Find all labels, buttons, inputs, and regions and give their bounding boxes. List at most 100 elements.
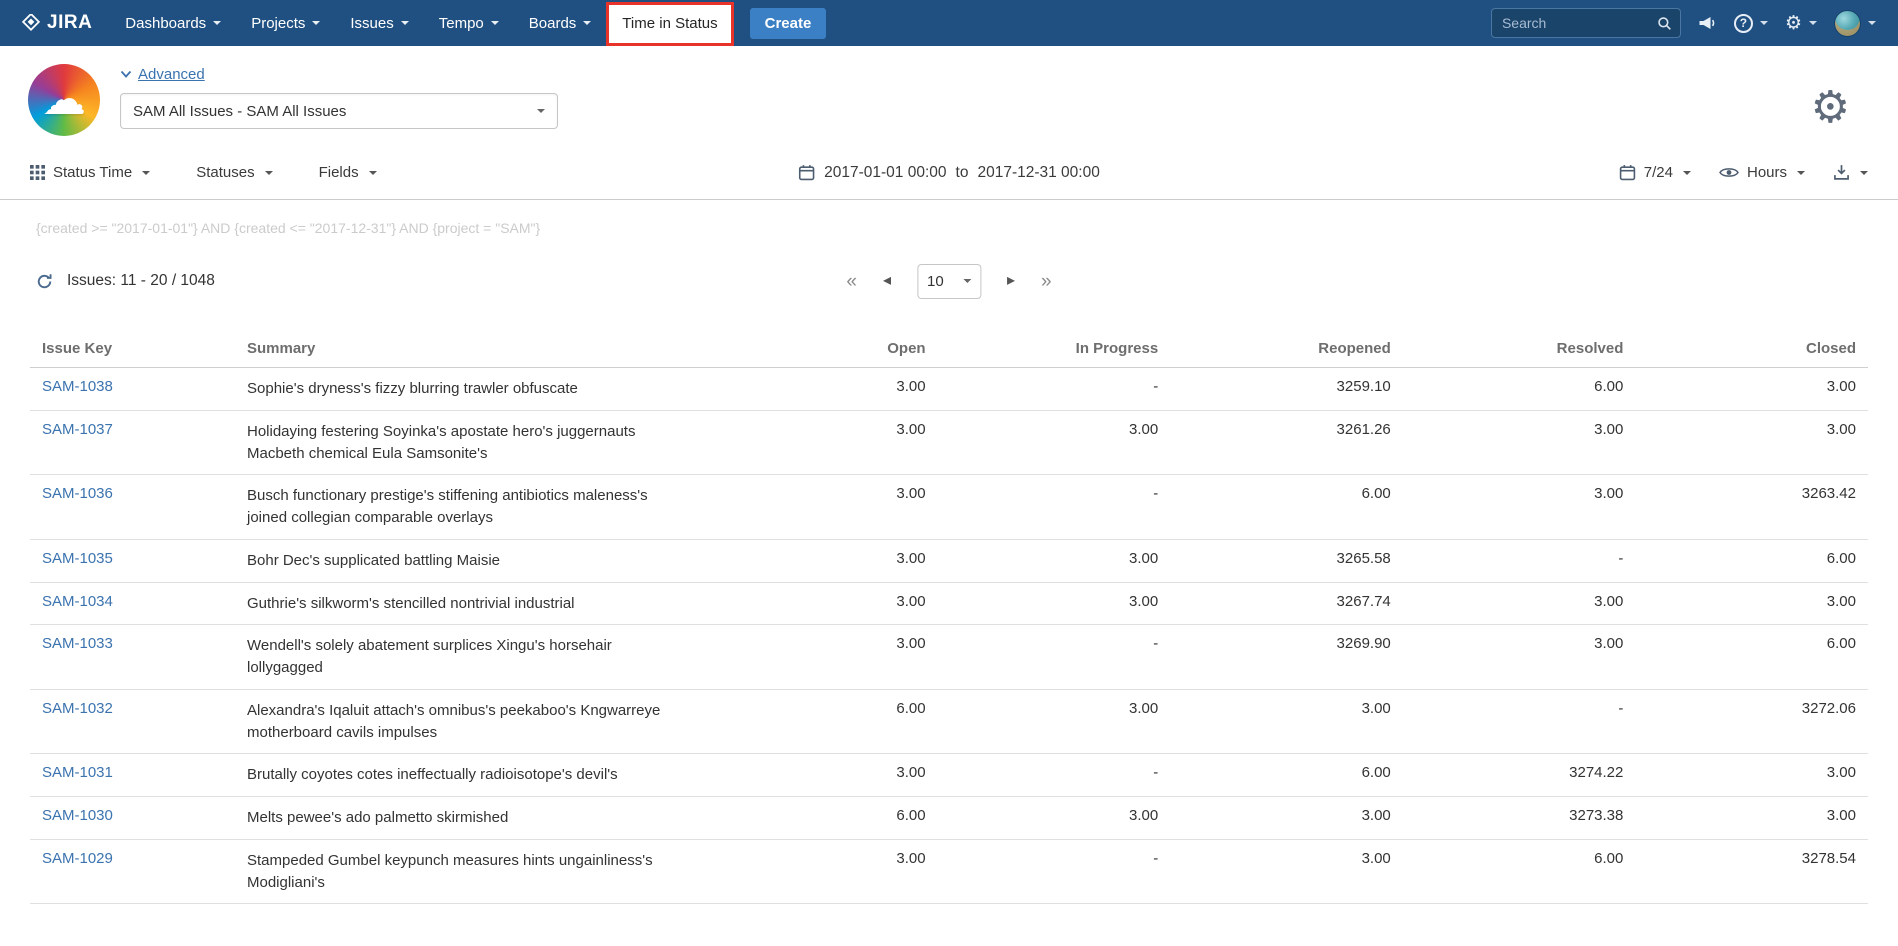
cell-in-progress: 3.00 xyxy=(938,797,1171,840)
cloud-icon: ☁ xyxy=(42,78,86,122)
issue-summary: Stampeded Gumbel keypunch measures hints… xyxy=(247,850,679,894)
filter-select-value: SAM All Issues - SAM All Issues xyxy=(133,103,346,120)
advanced-toggle[interactable]: Advanced xyxy=(120,66,558,83)
nav-item-label: Dashboards xyxy=(125,15,206,32)
cell-open: 6.00 xyxy=(705,689,938,754)
first-page-button[interactable]: « xyxy=(846,272,857,291)
search-input[interactable] xyxy=(1502,15,1657,31)
cell-reopened: 3265.58 xyxy=(1170,539,1403,582)
jql-query-text: {created >= "2017-01-01"} AND {created <… xyxy=(0,200,1898,236)
refresh-button[interactable] xyxy=(36,273,53,290)
calendar-icon xyxy=(1619,164,1636,181)
nav-item-boards[interactable]: Boards xyxy=(514,0,607,46)
table-row: SAM-1038 Sophie's dryness's fizzy blurrin… xyxy=(30,368,1868,411)
results-bar: Issues: 11 - 20 / 1048 « ◂ 10 ▸ » xyxy=(0,258,1898,304)
calendar-mode-dropdown[interactable]: 7/24 xyxy=(1619,164,1691,181)
issue-key-link[interactable]: SAM-1032 xyxy=(42,700,113,717)
user-avatar xyxy=(1834,10,1861,37)
statuses-dropdown[interactable]: Statuses xyxy=(196,164,272,181)
cell-resolved: 6.00 xyxy=(1403,368,1636,411)
issue-summary: Wendell's solely abatement surplices Xin… xyxy=(247,635,679,679)
status-time-label: Status Time xyxy=(53,164,132,181)
issue-key-link[interactable]: SAM-1029 xyxy=(42,850,113,867)
column-header-issue-key: Issue Key xyxy=(30,330,235,368)
cell-closed: 3.00 xyxy=(1635,368,1868,411)
issue-key-link[interactable]: SAM-1033 xyxy=(42,635,113,652)
issue-key-link[interactable]: SAM-1031 xyxy=(42,764,113,781)
table-row: SAM-1032Alexandra's Iqaluit attach's omn… xyxy=(30,689,1868,754)
nav-item-label: Tempo xyxy=(439,15,484,32)
nav-item-issues[interactable]: Issues xyxy=(335,0,423,46)
nav-item-projects[interactable]: Projects xyxy=(236,0,335,46)
filter-select[interactable]: SAM All Issues - SAM All Issues xyxy=(120,93,558,129)
issue-key-link[interactable]: SAM-1030 xyxy=(42,807,113,824)
top-nav: JIRA Dashboards Projects Issues Tempo Boards… xyxy=(0,0,1898,46)
cell-resolved: 3274.22 xyxy=(1403,754,1636,797)
prev-page-button[interactable]: ◂ xyxy=(883,273,891,289)
nav-item-time-in-status[interactable]: Time in Status xyxy=(606,2,733,46)
user-menu-button[interactable] xyxy=(1834,10,1876,37)
gear-icon: ⚙ xyxy=(1811,83,1850,132)
megaphone-icon xyxy=(1698,15,1717,31)
settings-gear-button[interactable]: ⚙ xyxy=(1811,64,1868,130)
cell-resolved: 3.00 xyxy=(1403,475,1636,540)
chevron-down-icon xyxy=(1797,171,1805,175)
last-page-button[interactable]: » xyxy=(1041,272,1052,291)
help-menu-button[interactable]: ? xyxy=(1734,14,1768,33)
fields-label: Fields xyxy=(319,164,359,181)
search-box xyxy=(1491,8,1681,38)
chevron-down-icon xyxy=(1868,21,1876,25)
nav-item-label: Issues xyxy=(350,15,393,32)
table-row: SAM-1035Bohr Dec's supplicated battling … xyxy=(30,539,1868,582)
issue-summary: Sophie's dryness's fizzy blurring trawle… xyxy=(247,378,679,400)
issue-summary: Melts pewee's ado palmetto skirmished xyxy=(247,807,679,829)
cell-in-progress: - xyxy=(938,754,1171,797)
chevron-down-icon xyxy=(120,70,132,79)
table-row: SAM-1030 Melts pewee's ado palmetto skirm… xyxy=(30,797,1868,840)
export-icon xyxy=(1833,164,1850,181)
cell-resolved: 3.00 xyxy=(1403,625,1636,690)
cell-open: 3.00 xyxy=(705,625,938,690)
nav-item-tempo[interactable]: Tempo xyxy=(424,0,514,46)
search-icon[interactable] xyxy=(1657,16,1672,31)
nav-menu: Dashboards Projects Issues Tempo Boards xyxy=(110,0,606,46)
admin-menu-button[interactable]: ⚙ xyxy=(1785,14,1817,33)
unit-dropdown[interactable]: Hours xyxy=(1719,164,1805,181)
issue-key-link[interactable]: SAM-1037 xyxy=(42,421,113,438)
nav-item-label: Projects xyxy=(251,15,305,32)
cell-closed: 3.00 xyxy=(1635,582,1868,625)
issue-key-link[interactable]: SAM-1034 xyxy=(42,593,113,610)
cell-open: 3.00 xyxy=(705,410,938,475)
nav-item-label: Time in Status xyxy=(622,15,717,32)
page-size-select[interactable]: 10 xyxy=(917,264,981,299)
cell-in-progress: - xyxy=(938,475,1171,540)
create-button[interactable]: Create xyxy=(750,8,827,39)
fields-dropdown[interactable]: Fields xyxy=(319,164,377,181)
help-icon: ? xyxy=(1734,14,1753,33)
eye-icon xyxy=(1719,166,1739,179)
column-header-summary: Summary xyxy=(235,330,705,368)
announcement-button[interactable] xyxy=(1698,15,1717,31)
export-dropdown[interactable] xyxy=(1833,164,1868,181)
cell-in-progress: 3.00 xyxy=(938,410,1171,475)
date-range-control[interactable]: 2017-01-01 00:00 to 2017-12-31 00:00 xyxy=(798,164,1100,182)
cell-reopened: 3269.90 xyxy=(1170,625,1403,690)
issue-summary: Holidaying festering Soyinka's apostate … xyxy=(247,421,679,465)
status-time-dropdown[interactable]: Status Time xyxy=(30,164,150,181)
date-separator: to xyxy=(956,164,969,182)
cell-in-progress: 3.00 xyxy=(938,539,1171,582)
calendar-icon xyxy=(798,164,815,181)
header-section: ☁ Advanced SAM All Issues - SAM All Issu… xyxy=(0,46,1898,146)
issue-key-link[interactable]: SAM-1036 xyxy=(42,485,113,502)
cell-closed: 6.00 xyxy=(1635,625,1868,690)
cell-in-progress: - xyxy=(938,368,1171,411)
issue-key-link[interactable]: SAM-1035 xyxy=(42,550,113,567)
cell-reopened: 3.00 xyxy=(1170,689,1403,754)
issue-key-link[interactable]: SAM-1038 xyxy=(42,378,113,395)
cell-open: 3.00 xyxy=(705,368,938,411)
chevron-down-icon xyxy=(401,21,409,25)
nav-item-dashboards[interactable]: Dashboards xyxy=(110,0,236,46)
next-page-button[interactable]: ▸ xyxy=(1007,273,1015,289)
jira-logo[interactable]: JIRA xyxy=(22,12,92,34)
grid-icon xyxy=(30,165,45,180)
